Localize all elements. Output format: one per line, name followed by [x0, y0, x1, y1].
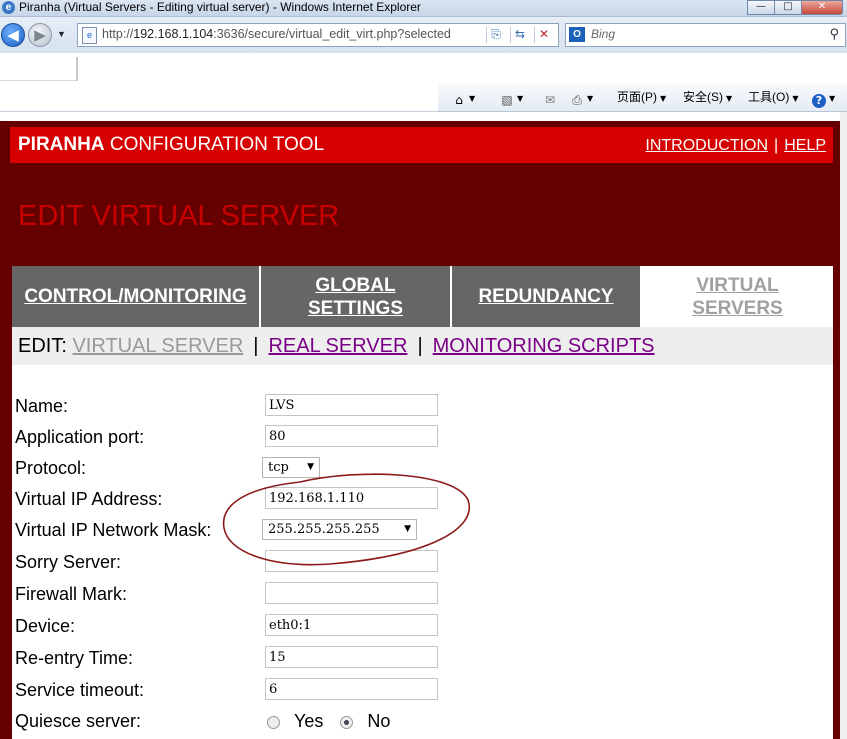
firewall-mark-label: Firewall Mark: [15, 584, 128, 604]
feeds-button[interactable]: ▧ ▼ [500, 83, 523, 111]
subnav-separator: | [253, 335, 259, 357]
help-icon: ? [812, 94, 826, 108]
virtual-server-form: Name: LVS Application port: 80 Protocol:… [12, 365, 833, 739]
sorry-server-input[interactable] [265, 550, 438, 572]
subnav-label: EDIT: [18, 335, 67, 357]
mail-icon: ✉ [544, 93, 556, 107]
chevron-down-icon: ▼ [792, 94, 799, 103]
chevron-down-icon: ▼ [829, 94, 836, 103]
tools-menu[interactable]: 工具(O) ▼ [748, 83, 798, 111]
reentry-time-input[interactable]: 15 [265, 646, 438, 668]
protocol-label: Protocol: [15, 458, 87, 478]
home-button[interactable]: ⌂ ▼ [452, 83, 475, 111]
browser-tab[interactable] [0, 57, 77, 81]
tab-virtual-servers[interactable]: VIRTUAL SERVERS [642, 266, 833, 327]
page-icon: e [82, 27, 97, 44]
chevron-down-icon: ▼ [660, 94, 667, 103]
service-timeout-label: Service timeout: [15, 680, 145, 700]
device-label: Device: [15, 616, 76, 636]
address-bar[interactable]: e http://192.168.1.104:3636/secure/virtu… [77, 23, 559, 47]
name-label: Name: [15, 396, 69, 416]
quiesce-no-radio[interactable] [340, 715, 354, 729]
header-links: INTRODUCTION | HELP [645, 127, 826, 165]
main-tabs: CONTROL/MONITORING GLOBAL SETTINGS REDUND… [12, 266, 833, 327]
tab-control-monitoring[interactable]: CONTROL/MONITORING [12, 266, 261, 327]
tab-strip-gap [402, 83, 438, 112]
virtual-server-link[interactable]: VIRTUAL SERVER [72, 335, 243, 357]
app-port-input[interactable]: 80 [265, 425, 438, 447]
command-bar: ⌂ ▼ ▧ ▼ ✉ ⎙ ▼ 页面(P) ▼ 安全(S) ▼ 工具(O) ▼ ? ▼ [0, 83, 847, 112]
vip-label: Virtual IP Address: [15, 489, 163, 509]
chevron-down-icon: ▼ [517, 94, 524, 103]
edit-subnav: EDIT: VIRTUAL SERVER | REAL SERVER | MONITOR… [12, 327, 833, 365]
rss-icon: ▧ [501, 93, 513, 107]
subnav-separator: | [417, 335, 423, 357]
mail-button[interactable]: ✉ [543, 83, 557, 111]
app-port-label: Application port: [15, 427, 145, 447]
tab-divider [77, 57, 78, 81]
tab-strip [0, 83, 402, 112]
address-url[interactable]: http://192.168.1.104:3636/secure/virtual… [102, 24, 486, 45]
real-server-link[interactable]: REAL SERVER [268, 335, 407, 357]
forward-button[interactable]: ▶ [28, 23, 52, 47]
sorry-server-label: Sorry Server: [15, 552, 122, 572]
piranha-header: PIRANHA CONFIGURATION TOOL INTRODUCTION |… [10, 127, 833, 163]
minimize-button[interactable]: — [747, 0, 775, 15]
ie-logo-icon: e [2, 1, 15, 14]
tab-redundancy[interactable]: REDUNDANCY [452, 266, 642, 327]
chevron-down-icon: ▼ [587, 94, 594, 103]
quiesce-radio-group: Yes No [267, 706, 390, 736]
protocol-select[interactable]: tcp ▼ [262, 457, 320, 478]
window-titlebar: e Piranha (Virtual Servers - Editing vir… [0, 0, 847, 17]
favorites-bar [0, 53, 847, 83]
page-scrollbar[interactable] [840, 112, 847, 739]
compatibility-view-icon[interactable]: ⎘ [486, 26, 505, 43]
monitoring-scripts-link[interactable]: MONITORING SCRIPTS [433, 335, 655, 357]
page-menu[interactable]: 页面(P) ▼ [617, 83, 666, 111]
search-input[interactable]: Bing [591, 24, 615, 45]
chevron-down-icon: ▼ [726, 94, 733, 103]
netmask-select[interactable]: 255.255.255.255 ▼ [262, 519, 417, 540]
history-dropdown-icon[interactable]: ▼ [57, 29, 66, 39]
chevron-down-icon: ▼ [469, 94, 476, 103]
chevron-down-icon: ▼ [307, 462, 314, 472]
link-separator: | [774, 137, 779, 154]
introduction-link[interactable]: INTRODUCTION [645, 137, 768, 154]
back-button[interactable]: ◀ [1, 23, 25, 47]
device-input[interactable]: eth0:1 [265, 614, 438, 636]
search-box[interactable]: O Bing ⚲ [565, 23, 846, 47]
search-icon[interactable]: ⚲ [829, 24, 839, 45]
close-button[interactable]: ✕ [801, 0, 843, 15]
quiesce-yes-label: Yes [294, 711, 324, 731]
maximize-button[interactable]: □ [774, 0, 802, 15]
quiesce-yes-radio[interactable] [267, 715, 280, 729]
stop-icon[interactable]: ✕ [534, 26, 553, 43]
forward-arrow-icon: ▶ [34, 26, 46, 44]
home-icon: ⌂ [455, 93, 463, 107]
back-arrow-icon: ◀ [7, 26, 19, 44]
address-toolbar: ◀ ▶ ▼ e http://192.168.1.104:3636/secure… [0, 17, 847, 53]
page-viewport: PIRANHA CONFIGURATION TOOL INTRODUCTION |… [0, 112, 847, 739]
window-controls: — □ ✕ [747, 0, 843, 15]
print-button[interactable]: ⎙ ▼ [570, 83, 593, 111]
refresh-icon[interactable]: ⇆ [510, 26, 529, 43]
vip-input[interactable]: 192.168.1.110 [265, 487, 438, 509]
netmask-label: Virtual IP Network Mask: [15, 520, 212, 540]
help-button[interactable]: ? ▼ [812, 83, 835, 111]
window-title: Piranha (Virtual Servers - Editing virtu… [19, 0, 421, 14]
app-brand: PIRANHA CONFIGURATION TOOL [18, 134, 325, 155]
section-title: EDIT VIRTUAL SERVER [18, 200, 340, 232]
service-timeout-input[interactable]: 6 [265, 678, 438, 700]
print-icon: ⎙ [572, 93, 582, 107]
outlook-search-provider-icon: O [569, 27, 585, 42]
help-link[interactable]: HELP [784, 137, 826, 154]
reentry-time-label: Re-entry Time: [15, 648, 134, 668]
firewall-mark-input[interactable] [265, 582, 438, 604]
name-input[interactable]: LVS [265, 394, 438, 416]
quiesce-label: Quiesce server: [15, 711, 142, 731]
chevron-down-icon: ▼ [404, 524, 411, 534]
tab-global-settings[interactable]: GLOBAL SETTINGS [261, 266, 452, 327]
safety-menu[interactable]: 安全(S) ▼ [683, 83, 732, 111]
quiesce-no-label: No [367, 711, 391, 731]
